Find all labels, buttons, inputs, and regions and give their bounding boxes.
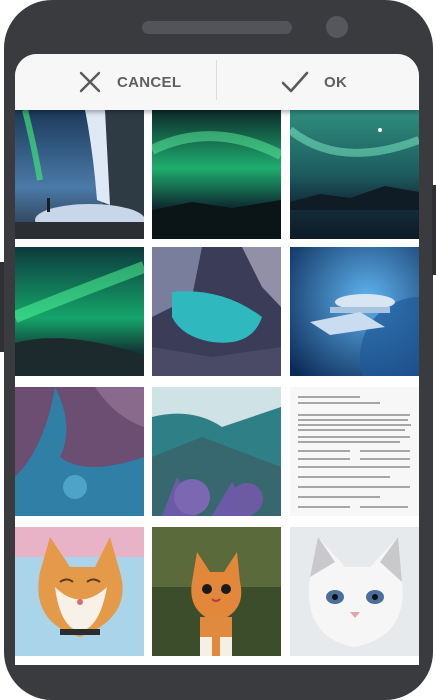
ok-label: OK (324, 73, 348, 91)
image-kitten-walking[interactable] (152, 527, 281, 656)
image-aurora-waterfall[interactable] (15, 110, 144, 239)
side-button-right (432, 185, 436, 275)
image-satellite-coast[interactable] (152, 247, 281, 376)
speaker-grille (142, 21, 292, 34)
image-cat-smiling[interactable] (15, 527, 144, 656)
image-misty-valley[interactable] (152, 387, 281, 516)
image-spaceship[interactable] (290, 247, 419, 376)
image-aurora-teal-lake[interactable] (290, 110, 419, 239)
ok-button[interactable]: OK (280, 54, 347, 110)
close-icon (77, 69, 103, 95)
toolbar-divider (216, 60, 217, 100)
image-aurora-green-sky[interactable] (152, 110, 281, 239)
image-document-scan[interactable] (290, 387, 419, 516)
side-button-left (0, 262, 4, 352)
picker-toolbar: CANCEL OK (15, 54, 419, 110)
image-picker-screen: CANCEL OK (15, 54, 419, 665)
check-icon (280, 69, 310, 95)
front-camera (326, 16, 348, 38)
image-kitten-white[interactable] (290, 527, 419, 656)
image-aurora-hill[interactable] (15, 247, 144, 376)
image-satellite-delta[interactable] (15, 387, 144, 516)
cancel-button[interactable]: CANCEL (77, 54, 181, 110)
cancel-label: CANCEL (117, 73, 182, 91)
